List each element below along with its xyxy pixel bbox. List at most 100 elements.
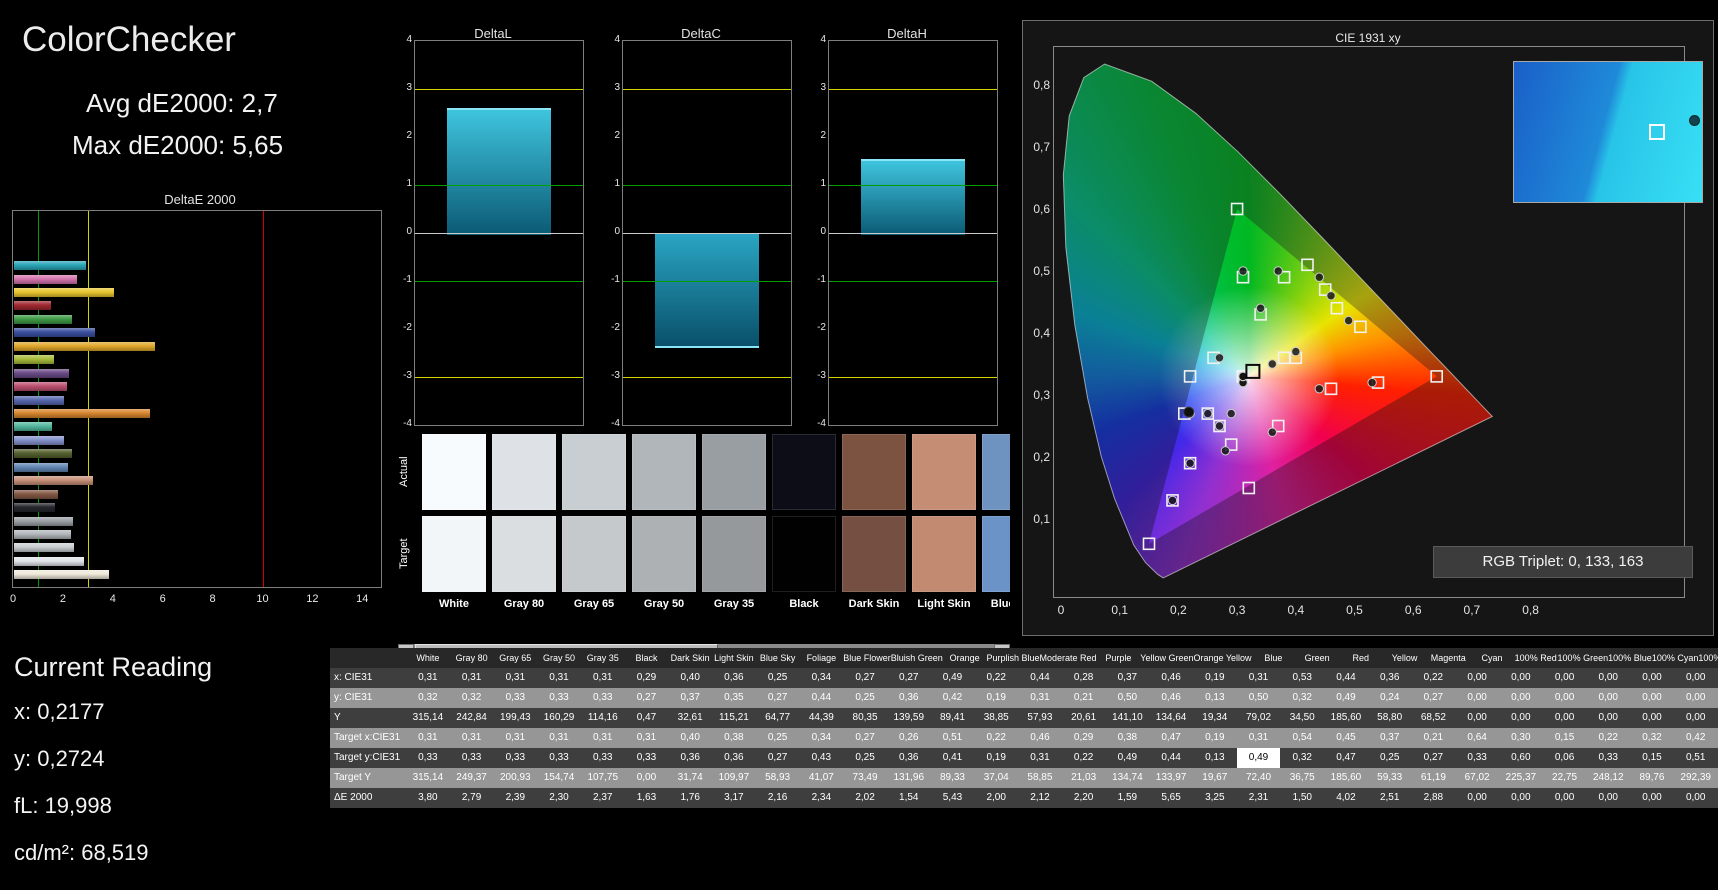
column-header: Gray 50 — [543, 653, 576, 663]
table-cell: 0,19 — [1205, 672, 1225, 683]
table-cell: 0,60 — [1511, 752, 1531, 763]
table-cell: 0,31 — [505, 732, 526, 743]
table-cell: 1,50 — [1292, 792, 1312, 803]
table-cell: 0,25 — [767, 732, 788, 743]
table-cell: 0,00 — [1642, 792, 1662, 803]
column-header: 100% Magenta — [1698, 653, 1718, 663]
page-title: ColorChecker — [22, 20, 236, 59]
delta-bar — [655, 233, 759, 348]
deltae-bar — [14, 382, 67, 392]
reference-line — [623, 281, 791, 282]
target-row-label: Target — [398, 538, 410, 570]
table-cell: 0,22 — [1073, 752, 1094, 763]
table-cell: 19,67 — [1202, 772, 1228, 783]
table-cell: 2,39 — [505, 792, 526, 803]
table-row: Target y:CIE31 0,33 0,33 0,33 0,33 0,33 0,33 0,… — [330, 748, 1718, 768]
table-cell: 32,61 — [677, 712, 703, 723]
table-cell: 0,31 — [1248, 732, 1269, 743]
column-header: Dark Skin — [670, 653, 710, 663]
table-cell: 0,00 — [1554, 712, 1575, 723]
inset-target-marker — [1649, 123, 1666, 140]
table-cell: 64,77 — [765, 712, 791, 723]
table-cell: 139,59 — [893, 712, 925, 723]
table-cell: 0,06 — [1554, 752, 1575, 763]
table-cell: 0,46 — [1161, 672, 1181, 683]
table-cell: 0,30 — [1511, 732, 1531, 743]
table-cell: 0,33 — [593, 692, 613, 703]
table-cell: 0,32 — [461, 692, 482, 703]
table-cell: 0,21 — [1073, 692, 1094, 703]
column-header: Bluish Green — [890, 653, 943, 663]
table-cell: 0,31 — [418, 732, 438, 743]
y-tick-label: 2 — [820, 130, 826, 141]
patch-label: Blue Sky — [990, 598, 1010, 610]
table-cell: 73,49 — [852, 772, 878, 783]
patch-label: Dark Skin — [848, 598, 900, 610]
delta-bar — [861, 158, 965, 235]
y-tick-label: 3 — [406, 82, 412, 93]
table-cell: 0,50 — [1248, 692, 1269, 703]
table-cell: 0,00 — [1467, 712, 1487, 723]
table-cell: 0,35 — [724, 692, 744, 703]
column-header: 100% Cyan — [1651, 653, 1699, 663]
table-cell: 89,33 — [939, 772, 965, 783]
table-cell: 0,49 — [1117, 752, 1138, 763]
table-cell: 115,21 — [718, 712, 749, 723]
table-cell: 0,33 — [1467, 752, 1487, 763]
table-cell: 0,00 — [1685, 712, 1706, 723]
target-patch — [562, 516, 626, 592]
table-cell: 114,16 — [587, 712, 618, 723]
table-cell: 0,00 — [1554, 692, 1575, 703]
target-marker — [1301, 258, 1314, 272]
reading-cdm2: cd/m²: 68,519 — [14, 840, 149, 865]
target-patch — [702, 516, 766, 592]
table-cell: 0,51 — [942, 732, 963, 743]
y-tick-label: -1 — [403, 274, 412, 285]
column-header: Yellow — [1391, 653, 1418, 663]
table-cell: 0,00 — [1511, 712, 1531, 723]
patch-label: Gray 50 — [643, 598, 685, 610]
table-cell: 154,74 — [543, 772, 575, 783]
table-cell: 0,00 — [1511, 692, 1531, 703]
table-cell: 0,54 — [1292, 732, 1312, 743]
reference-line — [623, 185, 791, 186]
table-cell: 2,51 — [1379, 792, 1400, 803]
measurement-marker — [1314, 272, 1324, 282]
table-cell: 58,80 — [1377, 712, 1403, 723]
column-header: Foliage — [806, 653, 837, 663]
target-patch — [982, 516, 1010, 592]
deltac-chart: DeltaC 4 3 2 1 0 -1 -2 -3 -4 — [606, 26, 796, 429]
table-cell: 2,12 — [1030, 792, 1050, 803]
table-cell: 0,22 — [1423, 672, 1444, 683]
table-cell: 0,37 — [680, 692, 700, 703]
cie-chart: CIE 1931 xy 0 0,1 0,2 0,3 0,4 0,5 0,6 0,7 0,8 0,… — [1022, 20, 1714, 636]
table-cell: 185,60 — [1330, 772, 1362, 783]
table-cell: 0,00 — [1598, 692, 1618, 703]
table-cell: 2,02 — [855, 792, 875, 803]
deltae-bar — [14, 314, 72, 324]
table-cell: 37,04 — [983, 772, 1009, 783]
table-cell: 225,37 — [1505, 772, 1537, 783]
table-cell: 0,00 — [1554, 672, 1575, 683]
table-cell: 0,28 — [1073, 672, 1094, 683]
reference-line — [829, 233, 997, 234]
table-cell: 89,76 — [1639, 772, 1665, 783]
table-cell: 2,16 — [767, 792, 788, 803]
column-header: 100% Green — [1557, 653, 1609, 663]
deltah-chart: DeltaH 4 3 2 1 0 -1 -2 -3 -4 — [812, 26, 1002, 429]
y-tick-label: 0 — [614, 226, 620, 237]
table-cell: 0,00 — [1511, 672, 1531, 683]
table-cell: 44,39 — [808, 712, 834, 723]
target-patch — [632, 516, 696, 592]
table-row: x: CIE31 0,31 0,31 0,31 0,31 0,31 0,29 0,40 0,36… — [330, 668, 1718, 688]
table-cell: 22,75 — [1552, 772, 1578, 783]
table-cell: 0,31 — [418, 672, 438, 683]
table-cell: 0,31 — [1248, 672, 1269, 683]
column-header: Blue Sky — [759, 653, 796, 663]
deltal-chart: DeltaL 4 3 2 1 0 -1 -2 -3 -4 — [398, 26, 588, 429]
avg-de2000: Avg dE2000: 2,7 — [86, 88, 278, 118]
table-cell: 2,20 — [1073, 792, 1094, 803]
table-cell: 0,00 — [636, 772, 657, 783]
y-tick-label: 2 — [614, 130, 620, 141]
x-tick-label: 8 — [209, 593, 216, 605]
